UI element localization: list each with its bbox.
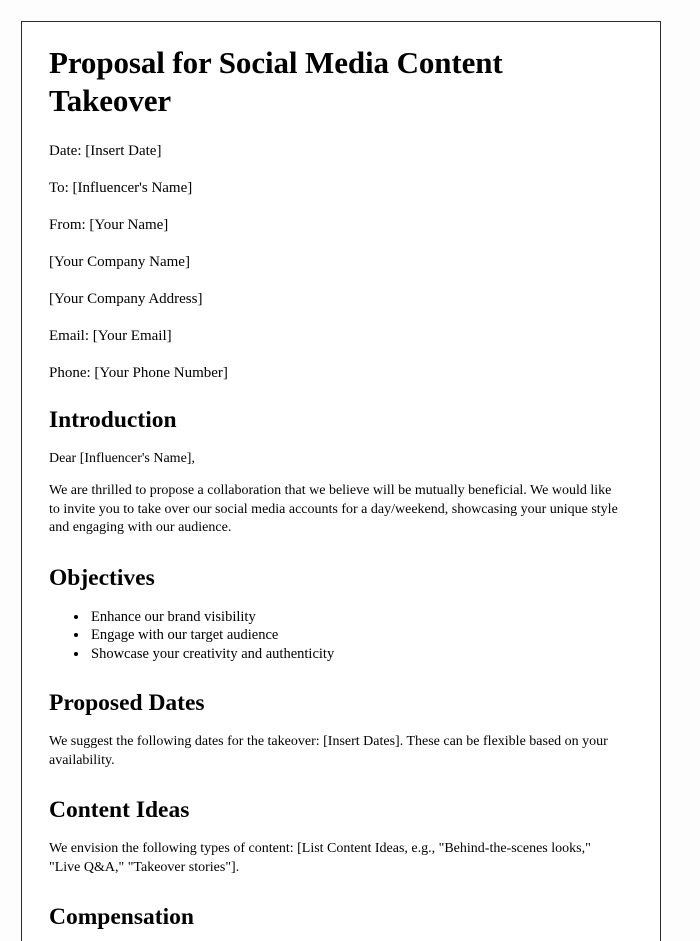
section-heading-proposed-dates: Proposed Dates xyxy=(49,690,205,717)
list-item: Engage with our target audience xyxy=(89,626,622,644)
introduction-salutation: Dear [Influencer's Name], xyxy=(49,450,195,466)
meta-line-from: From: [Your Name] xyxy=(49,216,169,233)
meta-line-phone: Phone: [Your Phone Number] xyxy=(49,364,228,381)
section-heading-objectives: Objectives xyxy=(49,564,155,591)
meta-line-email: Email: [Your Email] xyxy=(49,327,172,344)
page-title: Proposal for Social Media Content Takeov… xyxy=(49,45,503,118)
meta-line-company-name: [Your Company Name] xyxy=(49,253,190,270)
section-heading-compensation: Compensation xyxy=(49,904,194,931)
meta-line-date: Date: [Insert Date] xyxy=(49,142,162,159)
objectives-list: Enhance our brand visibility Engage with… xyxy=(49,608,622,663)
list-item: Enhance our brand visibility xyxy=(89,608,622,626)
section-heading-content-ideas: Content Ideas xyxy=(49,797,190,824)
document-page: Proposal for Social Media Content Takeov… xyxy=(21,21,661,941)
proposed-dates-paragraph: We suggest the following dates for the t… xyxy=(49,734,608,768)
content-ideas-paragraph: We envision the following types of conte… xyxy=(49,841,591,875)
meta-line-company-address: [Your Company Address] xyxy=(49,290,203,307)
document-body: Proposal for Social Media Content Takeov… xyxy=(22,22,660,932)
list-item: Showcase your creativity and authenticit… xyxy=(89,645,622,663)
introduction-paragraph: We are thrilled to propose a collaborati… xyxy=(49,483,618,536)
section-heading-introduction: Introduction xyxy=(49,406,177,433)
meta-line-to: To: [Influencer's Name] xyxy=(49,179,193,196)
